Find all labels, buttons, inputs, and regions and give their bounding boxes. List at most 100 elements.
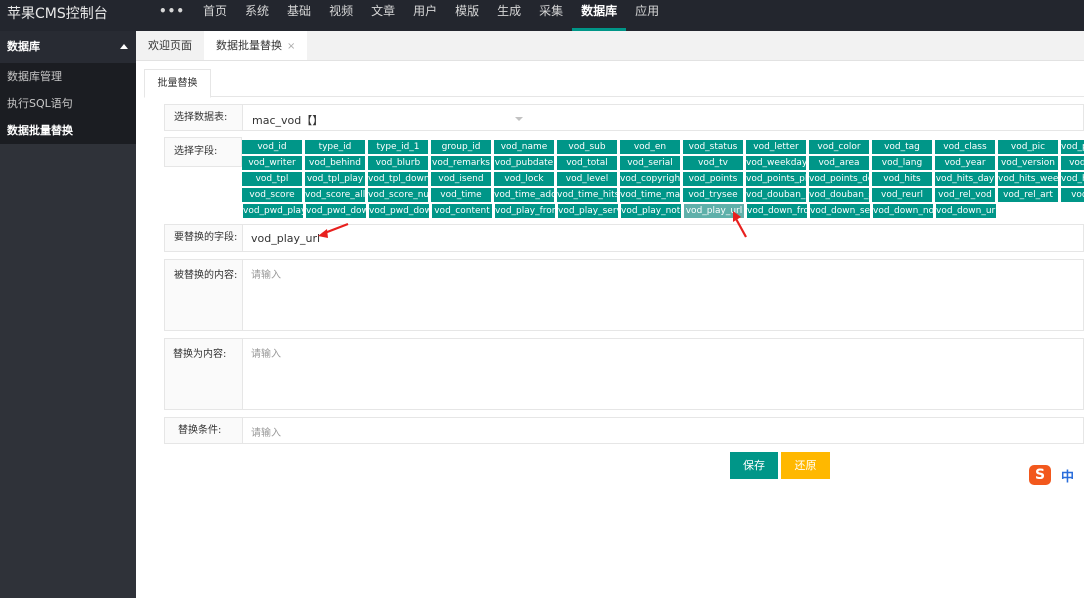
field-button-vod-points-down[interactable]: vod_points_down [809, 172, 869, 186]
field-button-vod-id[interactable]: vod_id [242, 140, 302, 154]
field-button-vod-year[interactable]: vod_year [935, 156, 995, 170]
field-button-vod-color[interactable]: vod_color [809, 140, 869, 154]
field-button-vod-score-all[interactable]: vod_score_all [305, 188, 365, 202]
field-button-vod-score[interactable]: vod_score [242, 188, 302, 202]
topnav-database[interactable]: 数据库 [572, 0, 627, 31]
field-button-vod-tv[interactable]: vod_tv [683, 156, 743, 170]
field-button-vod-pwd-play[interactable]: vod_pwd_play [243, 204, 303, 218]
field-button-vod-hits-month[interactable]: vod_hits_month [1061, 172, 1084, 186]
close-icon[interactable]: × [287, 41, 295, 52]
topnav-apps[interactable]: 应用 [626, 0, 668, 31]
field-button-vod-play-note[interactable]: vod_play_note [621, 204, 681, 218]
topnav-generate[interactable]: 生成 [488, 0, 530, 31]
page-tabs: 欢迎页面 数据批量替换 × [136, 31, 1084, 61]
field-button-vod-isend[interactable]: vod_isend [431, 172, 491, 186]
save-button[interactable]: 保存 [730, 452, 778, 479]
field-button-vod-total[interactable]: vod_total [557, 156, 617, 170]
field-button-group-id[interactable]: group_id [431, 140, 491, 154]
top-nav: ••• 首页 系统 基础 视频 文章 用户 模版 生成 采集 数据库 应用 [150, 0, 668, 31]
topnav-template[interactable]: 模版 [446, 0, 488, 31]
topnav-basic[interactable]: 基础 [278, 0, 320, 31]
field-button-vod-pwd-down-url[interactable]: vod_pwd_down_url [369, 204, 429, 218]
field-button-vod-status[interactable]: vod_status [683, 140, 743, 154]
field-button-vod-tag[interactable]: vod_tag [872, 140, 932, 154]
field-button-vod-time[interactable]: vod_time [431, 188, 491, 202]
tab-batch-replace[interactable]: 数据批量替换 × [204, 31, 308, 60]
field-button-vod-pwd-down[interactable]: vod_pwd_down [306, 204, 366, 218]
topnav-user[interactable]: 用户 [404, 0, 446, 31]
topnav-article[interactable]: 文章 [362, 0, 404, 31]
field-button-vod-class[interactable]: vod_class [935, 140, 995, 154]
topnav-system[interactable]: 系统 [236, 0, 278, 31]
field-button-vod-hits[interactable]: vod_hits [872, 172, 932, 186]
field-button-vod-play-from[interactable]: vod_play_from [495, 204, 555, 218]
subtab-batch-replace[interactable]: 批量替换 [144, 69, 211, 98]
field-button-vod-hits-week[interactable]: vod_hits_week [998, 172, 1058, 186]
topnav-video[interactable]: 视频 [320, 0, 362, 31]
field-button-vod-copyright[interactable]: vod_copyright [620, 172, 680, 186]
field-button-vod-score-num[interactable]: vod_score_num [368, 188, 428, 202]
field-button-vod-down-from[interactable]: vod_down_from [747, 204, 807, 218]
field-button-type-id-1[interactable]: type_id_1 [368, 140, 428, 154]
table-select[interactable]: mac_vod【】 [243, 105, 1083, 130]
reset-button[interactable]: 还原 [781, 452, 830, 479]
field-button-vod-tpl-down[interactable]: vod_tpl_down [368, 172, 428, 186]
field-button-vod-douban-id[interactable]: vod_douban_id [746, 188, 806, 202]
field-button-type-id[interactable]: type_id [305, 140, 365, 154]
field-button-vod-lang[interactable]: vod_lang [872, 156, 932, 170]
field-button-vod-pubdate[interactable]: vod_pubdate [494, 156, 554, 170]
field-button-vod-rel-art[interactable]: vod_rel_art [998, 188, 1058, 202]
field-button-vod-remarks[interactable]: vod_remarks [431, 156, 491, 170]
topnav-more[interactable]: ••• [150, 0, 194, 31]
ime-indicator[interactable]: S 中 [1028, 463, 1084, 487]
field-button-vod-pwd[interactable]: vod_pwd [1061, 188, 1084, 202]
field-button-vod-blurb[interactable]: vod_blurb [368, 156, 428, 170]
field-button-vod-content[interactable]: vod_content [432, 204, 492, 218]
sidebar: 数据库 数据库管理 执行SQL语句 数据批量替换 [0, 31, 136, 598]
field-button-vod-en[interactable]: vod_en [620, 140, 680, 154]
topnav-home[interactable]: 首页 [194, 0, 236, 31]
tab-label: 数据批量替换 [216, 39, 282, 52]
field-button-vod-serial[interactable]: vod_serial [620, 156, 680, 170]
field-button-vod-tpl-play[interactable]: vod_tpl_play [305, 172, 365, 186]
field-button-vod-tpl[interactable]: vod_tpl [242, 172, 302, 186]
sidebar-item-batch-replace[interactable]: 数据批量替换 [0, 117, 136, 144]
field-button-vod-version[interactable]: vod_version [998, 156, 1058, 170]
find-content-textarea[interactable]: 请输入 [243, 260, 1083, 330]
sidebar-section-database[interactable]: 数据库 [0, 31, 136, 63]
field-button-vod-pic-thumb[interactable]: vod_pic_thumb [1061, 140, 1084, 154]
field-button-vod-area[interactable]: vod_area [809, 156, 869, 170]
field-button-vod-name[interactable]: vod_name [494, 140, 554, 154]
field-button-vod-pic[interactable]: vod_pic [998, 140, 1058, 154]
field-button-vod-letter[interactable]: vod_letter [746, 140, 806, 154]
field-button-vod-rel-vod[interactable]: vod_rel_vod [935, 188, 995, 202]
field-button-vod-writer[interactable]: vod_writer [242, 156, 302, 170]
field-button-vod-trysee[interactable]: vod_trysee [683, 188, 743, 202]
field-button-vod-sub[interactable]: vod_sub [557, 140, 617, 154]
replace-content-textarea[interactable]: 请输入 [243, 339, 1083, 409]
field-button-vod-down-server[interactable]: vod_down_server [810, 204, 870, 218]
field-button-vod-down-url[interactable]: vod_down_url [936, 204, 996, 218]
sidebar-item-sql[interactable]: 执行SQL语句 [0, 90, 136, 117]
field-button-vod-reurl[interactable]: vod_reurl [872, 188, 932, 202]
field-button-vod-time-add[interactable]: vod_time_add [494, 188, 554, 202]
field-button-vod-points[interactable]: vod_points [683, 172, 743, 186]
field-button-vod-behind[interactable]: vod_behind [305, 156, 365, 170]
field-button-vod-lock[interactable]: vod_lock [494, 172, 554, 186]
tab-welcome[interactable]: 欢迎页面 [136, 31, 204, 60]
field-button-vod-play-server[interactable]: vod_play_server [558, 204, 618, 218]
field-button-vod-time-make[interactable]: vod_time_make [620, 188, 680, 202]
topnav-collect[interactable]: 采集 [530, 0, 572, 31]
target-field-input[interactable]: vod_play_url [243, 225, 1083, 251]
field-button-vod-level[interactable]: vod_level [557, 172, 617, 186]
where-input[interactable]: 请输入 [243, 418, 1083, 443]
field-button-vod-douban-score[interactable]: vod_douban_score [809, 188, 869, 202]
table-select-value: mac_vod【】 [252, 114, 324, 127]
field-button-vod-time-hits[interactable]: vod_time_hits [557, 188, 617, 202]
sidebar-item-db-manage[interactable]: 数据库管理 [0, 63, 136, 90]
field-button-vod-down-note[interactable]: vod_down_note [873, 204, 933, 218]
field-button-vod-hits-day[interactable]: vod_hits_day [935, 172, 995, 186]
field-button-vod-points-play[interactable]: vod_points_play [746, 172, 806, 186]
field-button-vod-state[interactable]: vod_state [1061, 156, 1084, 170]
field-button-vod-weekday[interactable]: vod_weekday [746, 156, 806, 170]
